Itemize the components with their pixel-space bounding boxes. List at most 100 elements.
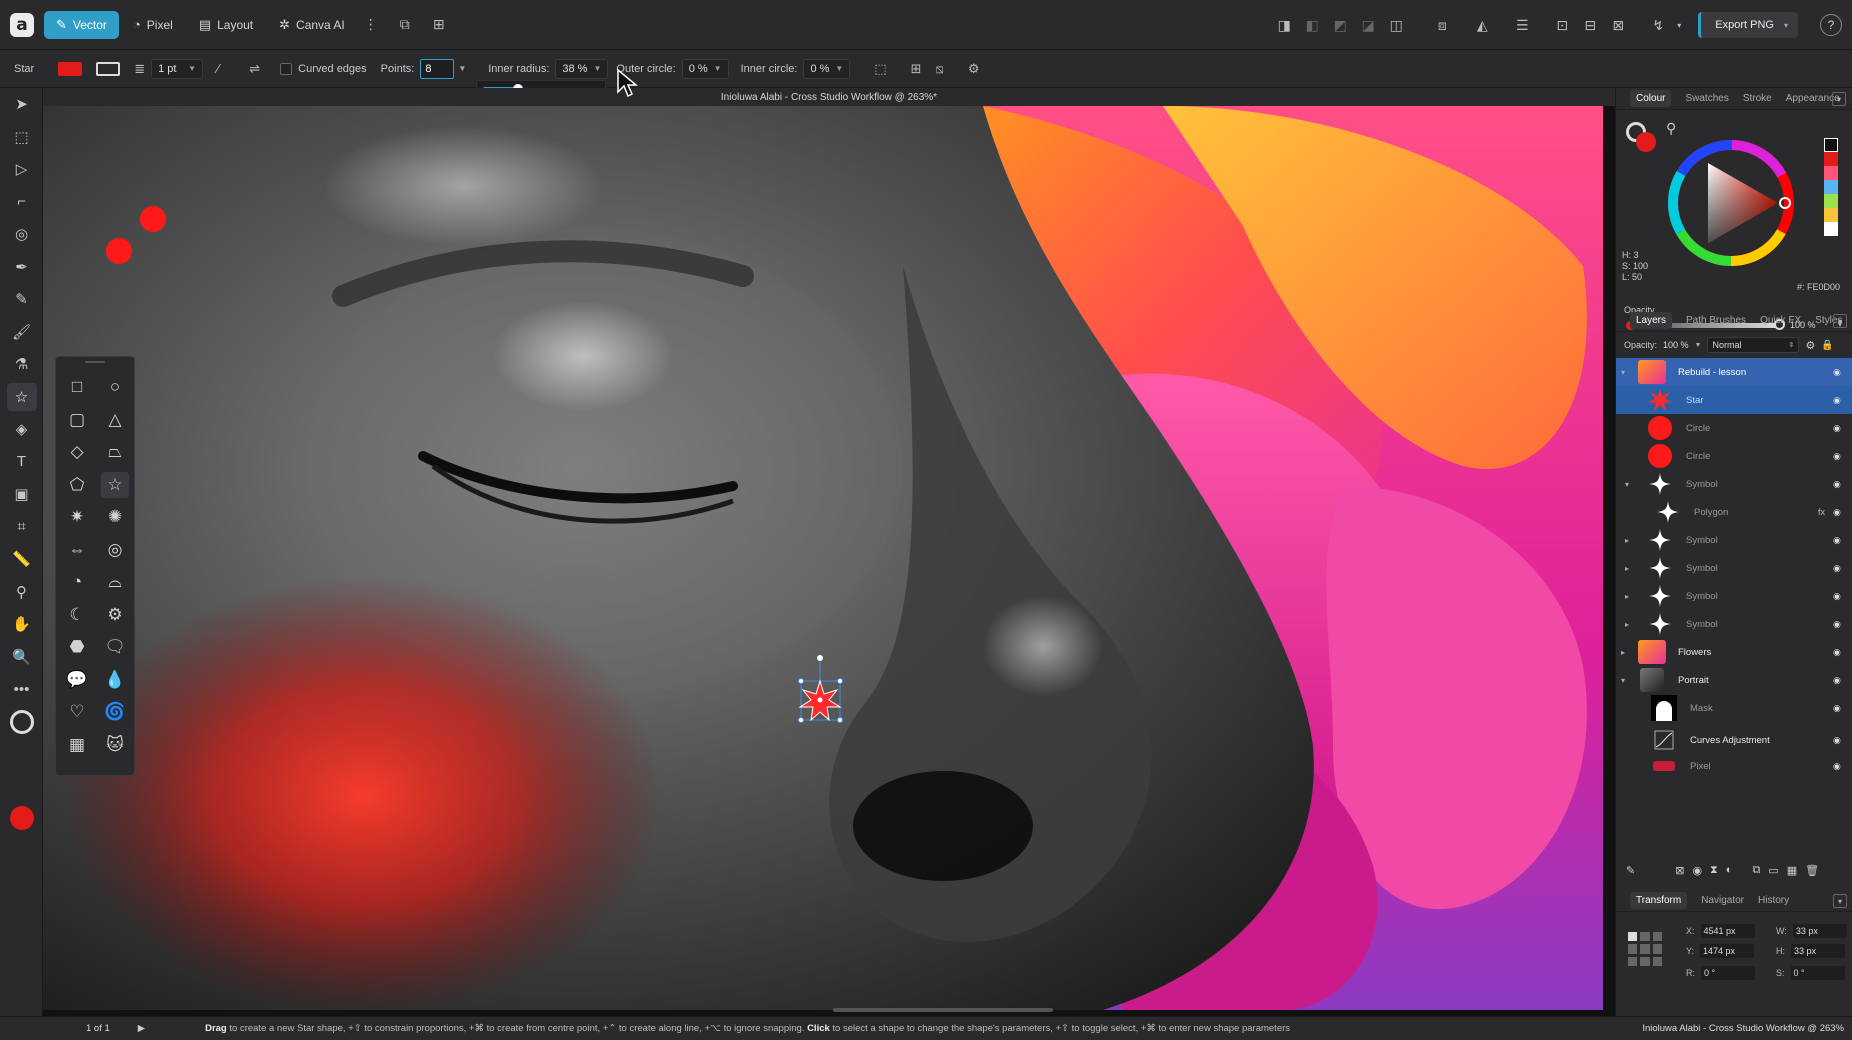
canvas-area[interactable]: Inioluwa Alabi - Cross Studio Workflow @… [43,88,1615,1016]
node-tool-icon[interactable]: ▷ [0,153,43,186]
s-field[interactable]: 0 ° [1790,966,1845,980]
boolean-xor-icon[interactable]: ◪ [1356,13,1380,37]
persona-layout[interactable]: ▤ Layout [187,11,265,39]
tab-transform[interactable]: Transform [1630,892,1688,909]
layer-symbol[interactable]: ▸ Symbol ◉ [1616,526,1852,554]
export-png-button[interactable]: Export PNG ▾ [1698,12,1798,38]
layer-opacity-value[interactable]: 100 % [1663,340,1689,350]
layer-expand-icon[interactable]: ▸ [1620,564,1634,573]
mask-layer-icon[interactable]: ⊠ [1675,864,1684,877]
layer-expand-icon[interactable]: ▸ [1620,620,1634,629]
flyout-grip[interactable] [56,357,134,367]
tab-stroke[interactable]: Stroke [1743,93,1772,104]
more-tools-icon[interactable]: ••• [0,673,43,706]
visibility-eye-icon[interactable]: ◉ [1833,535,1852,546]
inner-circle-field[interactable]: 0 % ▼ [803,58,851,79]
tab-path-brushes[interactable]: Path Brushes [1686,315,1746,326]
transform-icon[interactable]: ⧈ [1430,13,1454,37]
snapping-toggle-icon[interactable]: ↯ [1646,13,1670,37]
panel-fill-well[interactable] [1636,132,1656,152]
pencil-tool-icon[interactable]: ✎ [0,283,43,316]
layer-circle[interactable]: Circle ◉ [1616,442,1852,470]
persona-canva-ai[interactable]: ✲ Canva AI [267,11,357,39]
transform-origin-icon[interactable]: ⊞ [911,61,922,77]
layer-symbol[interactable]: ▸ Symbol ◉ [1616,582,1852,610]
stroke-colour-well[interactable] [10,710,34,734]
convert-to-curves-icon[interactable]: ⬚ [874,61,886,77]
lock-icon[interactable]: 🔒 [1821,340,1833,351]
h-field[interactable]: 33 px [1791,944,1845,958]
settings-gear-icon[interactable]: ⚙ [968,61,980,77]
layer-expand-icon[interactable]: ▾ [1620,480,1634,489]
panel-collapse-icon[interactable]: ▾ [1833,894,1847,908]
layer-expand-icon[interactable]: ▾ [1616,676,1630,685]
add-pixel-layer-icon[interactable]: ⧉ [1752,864,1760,877]
vector-brush-tool-icon[interactable]: 🖌 [0,316,43,349]
grid-view-icon[interactable]: ⊞ [427,13,451,37]
layer-curves-adjustment[interactable]: Curves Adjustment ◉ [1616,726,1852,754]
callout-rounded-rectangle-tool-icon[interactable]: 🗨 [96,631,134,664]
ruler-tool-icon[interactable]: 📏 [0,543,43,576]
stroke-options-icon[interactable]: ⇌ [249,61,260,77]
stroke-swatch[interactable] [96,61,121,76]
rectangle-tool-icon[interactable]: □ [58,371,96,404]
inner-radius-field[interactable]: 38 % ▼ [555,58,609,79]
layer-circle[interactable]: Circle ◉ [1616,414,1852,442]
shape-builder-tool-icon[interactable]: ◈ [0,413,43,446]
y-field[interactable]: 1474 px [1700,944,1755,958]
star-tool-icon[interactable]: ☆ [0,381,43,414]
tab-swatches[interactable]: Swatches [1685,93,1728,104]
tab-quick-fx[interactable]: Quick FX [1760,315,1801,326]
polygon-tool-icon[interactable]: ⬠ [58,469,96,502]
crop-tool-icon[interactable]: ⌗ [0,511,43,544]
rounded-rectangle-tool-icon[interactable]: ▢ [58,404,96,437]
layer-settings-gear-icon[interactable]: ⚙ [1805,339,1815,352]
snap-grid-icon[interactable]: ⊠ [1606,13,1630,37]
callout-ellipse-tool-icon[interactable]: 💬 [58,664,96,697]
stroke-width-icon[interactable]: ≣ [134,61,145,77]
visibility-eye-icon[interactable]: ◉ [1833,591,1852,602]
boolean-intersect-icon[interactable]: ◩ [1328,13,1352,37]
corner-tool-icon[interactable]: ⌐ [0,186,43,219]
fill-swatch[interactable] [58,61,83,76]
layer-expand-icon[interactable]: ▸ [1620,592,1634,601]
boolean-add-icon[interactable]: ◨ [1272,13,1296,37]
layer-mask[interactable]: Mask ◉ [1616,694,1852,722]
visibility-eye-icon[interactable]: ◉ [1833,563,1852,574]
stroke-width-dropdown[interactable]: 1 pt ▼ [151,58,204,79]
add-fill-layer-icon[interactable]: ◉ [1692,864,1702,877]
layer-expand-icon[interactable]: ▸ [1620,536,1634,545]
visibility-eye-icon[interactable]: ◉ [1833,761,1852,772]
delete-layer-icon[interactable]: 🗑 [1805,864,1819,877]
visibility-eye-icon[interactable]: ◉ [1833,507,1852,518]
trapezoid-tool-icon[interactable]: ⏢ [96,436,134,469]
eyedropper-icon[interactable]: ⚲ [1666,120,1676,137]
visibility-eye-icon[interactable]: ◉ [1833,735,1852,746]
star-shape-tool-icon[interactable]: ☆ [96,469,134,502]
tab-navigator[interactable]: Navigator [1701,895,1744,906]
anchor-point-selector[interactable] [1628,932,1662,966]
tab-history[interactable]: History [1758,895,1789,906]
panel-collapse-icon[interactable]: ▾ [1832,92,1846,106]
r-field[interactable]: 0 ° [1701,966,1755,980]
arrow-tool-icon[interactable]: ⇔ [58,534,96,567]
donut-tool-icon[interactable]: ◎ [96,534,134,567]
stroke-style-icon[interactable]: ⁄ [217,61,219,76]
add-layer-icon[interactable]: ▦ [1787,864,1797,877]
boolean-subtract-icon[interactable]: ◧ [1300,13,1324,37]
zoom-tool-icon[interactable]: 🔍 [0,641,43,674]
selection-box-icon[interactable]: ⧅ [936,61,944,77]
visibility-eye-icon[interactable]: ◉ [1833,451,1852,462]
ellipse-tool-icon[interactable]: ○ [96,371,134,404]
visibility-eye-icon[interactable]: ◉ [1833,423,1852,434]
blend-mode-dropdown[interactable]: Normal ⇕ [1707,337,1800,353]
square-star-tool-icon[interactable]: ✺ [96,501,134,534]
live-filter-icon[interactable]: ◐ [1726,864,1733,876]
layer-flowers[interactable]: ▸ Flowers ◉ [1616,638,1852,666]
curved-edges-checkbox[interactable] [280,62,293,75]
cloud-tool-icon[interactable]: ⬣ [58,631,96,664]
visibility-eye-icon[interactable]: ◉ [1833,367,1852,378]
diamond-tool-icon[interactable]: ◇ [58,436,96,469]
point-transform-tool-icon[interactable]: ◎ [0,218,43,251]
app-logo[interactable]: a [0,0,44,50]
